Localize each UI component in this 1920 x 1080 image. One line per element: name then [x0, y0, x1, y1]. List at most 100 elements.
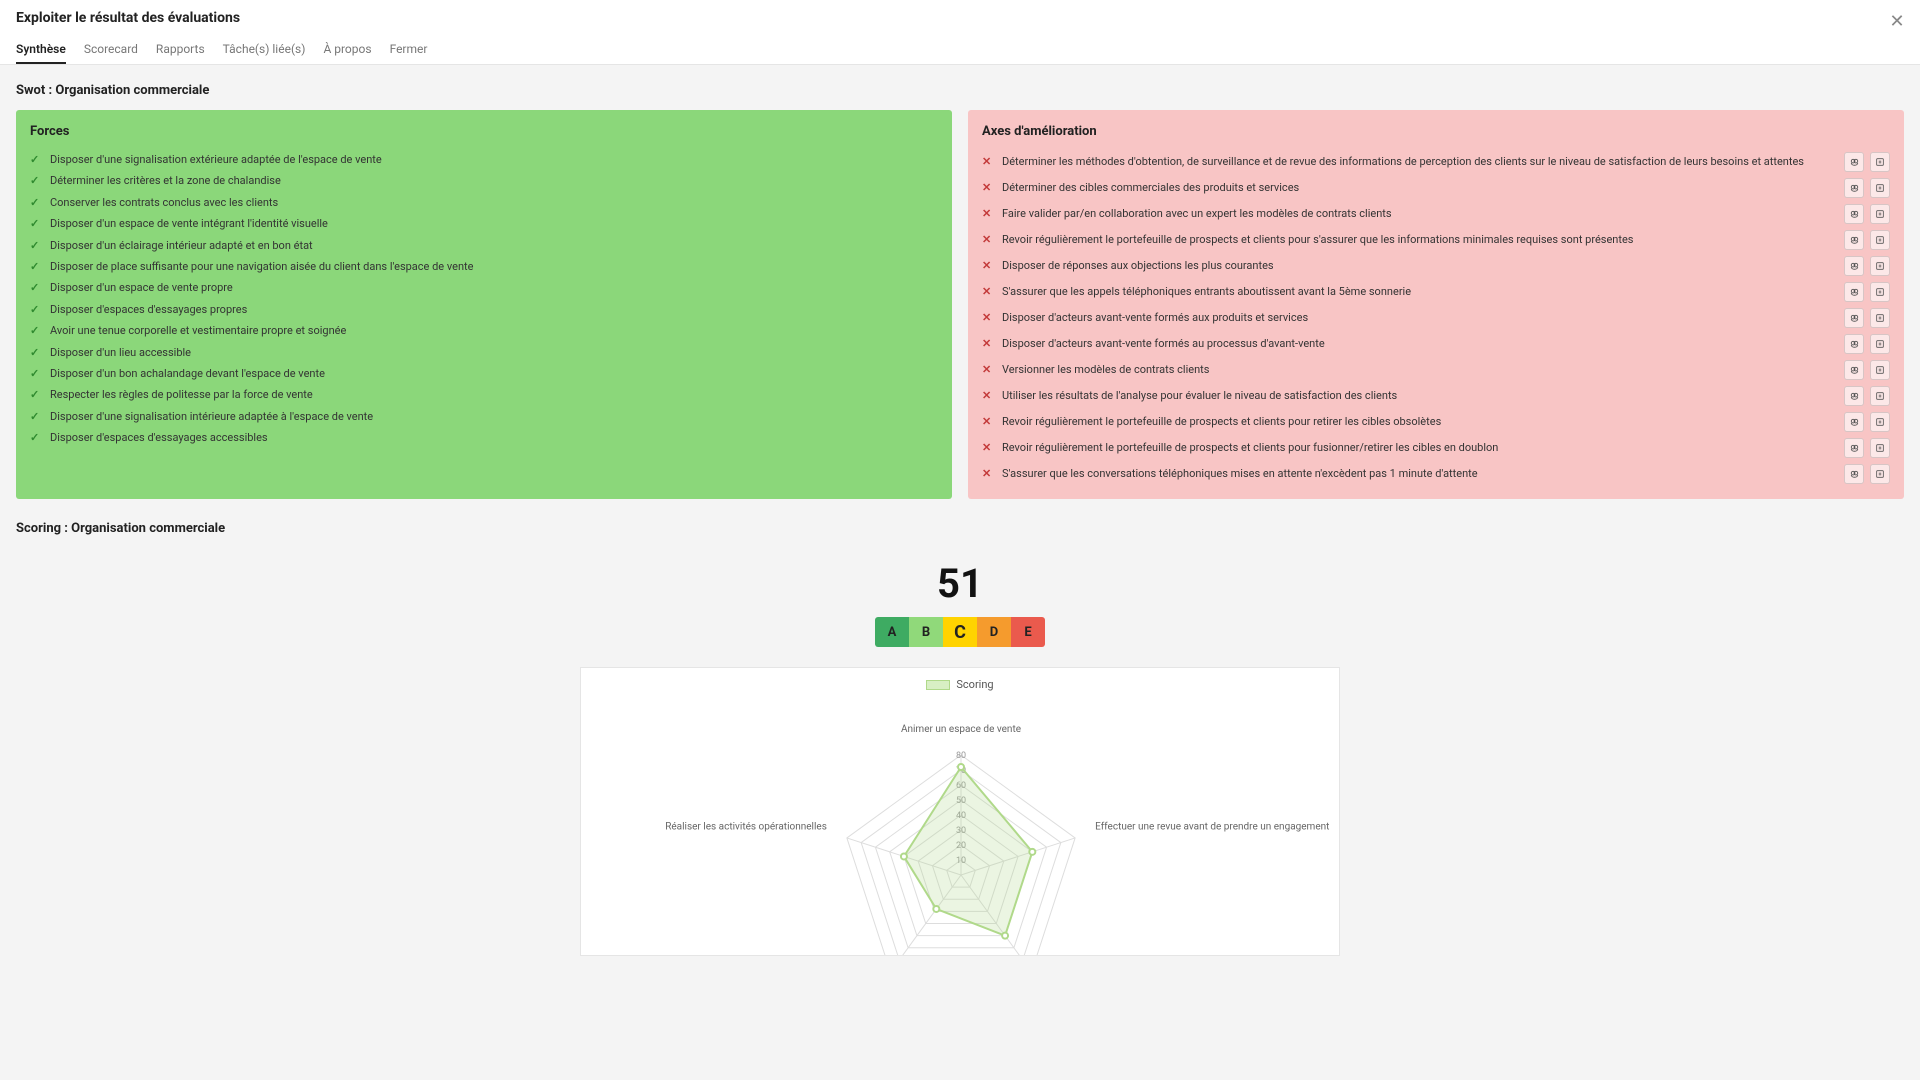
improvement-label: Versionner les modèles de contrats clien…	[1002, 362, 1836, 377]
tab-t-che-s-li-e-s-[interactable]: Tâche(s) liée(s)	[223, 36, 306, 64]
tab-fermer[interactable]: Fermer	[390, 36, 428, 64]
assign-button[interactable]	[1844, 256, 1864, 276]
improvement-item: ✕Revoir régulièrement le portefeuille de…	[982, 409, 1890, 435]
assign-button[interactable]	[1844, 412, 1864, 432]
improvement-label: Revoir régulièrement le portefeuille de …	[1002, 232, 1836, 247]
task-button[interactable]	[1870, 334, 1890, 354]
strength-label: Disposer d'espaces d'essayages accessibl…	[50, 430, 938, 445]
grade-b: B	[909, 617, 943, 647]
strengths-list: ✓Disposer d'une signalisation extérieure…	[30, 149, 938, 448]
strength-item: ✓Disposer d'un espace de vente propre	[30, 277, 938, 298]
note-icon	[1875, 469, 1885, 479]
brain-icon	[1849, 313, 1860, 324]
task-button[interactable]	[1870, 386, 1890, 406]
task-button[interactable]	[1870, 256, 1890, 276]
improvement-label: Disposer d'acteurs avant-vente formés au…	[1002, 310, 1836, 325]
close-button[interactable]: ✕	[1886, 10, 1908, 32]
strength-label: Conserver les contrats conclus avec les …	[50, 195, 938, 210]
task-button[interactable]	[1870, 178, 1890, 198]
assign-button[interactable]	[1844, 464, 1864, 484]
strength-item: ✓ Avoir une tenue corporelle et vestiment…	[30, 320, 938, 341]
improvement-label: Disposer d'acteurs avant-vente formés au…	[1002, 336, 1836, 351]
tab-rapports[interactable]: Rapports	[156, 36, 205, 64]
strength-item: ✓Déterminer les critères et la zone de c…	[30, 170, 938, 191]
task-button[interactable]	[1870, 464, 1890, 484]
task-button[interactable]	[1870, 204, 1890, 224]
strength-label: Respecter les règles de politesse par la…	[50, 387, 938, 402]
improvement-item: ✕ Disposer d'acteurs avant-vente formés a…	[982, 305, 1890, 331]
check-icon: ✓	[30, 152, 42, 167]
brain-icon	[1849, 261, 1860, 272]
improvements-panel: Axes d'amélioration ✕ Déterminer les méth…	[968, 110, 1904, 499]
cross-icon: ✕	[982, 180, 994, 195]
assign-button[interactable]	[1844, 282, 1864, 302]
strength-item: ✓Disposer d'une signalisation extérieure…	[30, 149, 938, 170]
cross-icon: ✕	[982, 258, 994, 273]
improvements-list: ✕ Déterminer les méthodes d'obtention, de…	[982, 149, 1890, 487]
assign-button[interactable]	[1844, 230, 1864, 250]
brain-icon	[1849, 391, 1860, 402]
improvement-label: Revoir régulièrement le portefeuille de …	[1002, 440, 1836, 455]
note-icon	[1875, 339, 1885, 349]
brain-icon	[1849, 417, 1860, 428]
tab-synth-se[interactable]: Synthèse	[16, 36, 66, 64]
tab-scorecard[interactable]: Scorecard	[84, 36, 138, 64]
task-button[interactable]	[1870, 152, 1890, 172]
brain-icon	[1849, 183, 1860, 194]
improvement-item: ✕Versionner les modèles de contrats clie…	[982, 357, 1890, 383]
note-icon	[1875, 313, 1885, 323]
strength-label: Avoir une tenue corporelle et vestimenta…	[50, 323, 938, 338]
improvements-heading: Axes d'amélioration	[982, 124, 1890, 139]
cross-icon: ✕	[982, 414, 994, 429]
note-icon	[1875, 287, 1885, 297]
task-button[interactable]	[1870, 412, 1890, 432]
strength-item: ✓Disposer de place suffisante pour une n…	[30, 256, 938, 277]
legend-label: Scoring	[956, 678, 993, 691]
assign-button[interactable]	[1844, 308, 1864, 328]
improvement-item: ✕Déterminer des cibles commerciales des …	[982, 175, 1890, 201]
strength-item: ✓Respecter les règles de politesse par l…	[30, 384, 938, 405]
cross-icon: ✕	[982, 310, 994, 325]
note-icon	[1875, 417, 1885, 427]
cross-icon: ✕	[982, 284, 994, 299]
strength-item: ✓Disposer d'un espace de vente intégrant…	[30, 213, 938, 234]
note-icon	[1875, 261, 1885, 271]
strength-label: Disposer d'un éclairage intérieur adapté…	[50, 238, 938, 253]
task-button[interactable]	[1870, 282, 1890, 302]
improvement-label: Déterminer les méthodes d'obtention, de …	[1002, 154, 1836, 169]
check-icon: ✓	[30, 345, 42, 360]
task-button[interactable]	[1870, 230, 1890, 250]
tab--propos[interactable]: À propos	[323, 36, 371, 64]
assign-button[interactable]	[1844, 152, 1864, 172]
strength-label: Disposer de place suffisante pour une na…	[50, 259, 938, 274]
note-icon	[1875, 209, 1885, 219]
check-icon: ✓	[30, 173, 42, 188]
task-button[interactable]	[1870, 438, 1890, 458]
grade-d: D	[977, 617, 1011, 647]
strength-item: ✓Disposer d'une signalisation intérieure…	[30, 406, 938, 427]
assign-button[interactable]	[1844, 334, 1864, 354]
assign-button[interactable]	[1844, 204, 1864, 224]
close-icon: ✕	[1889, 11, 1904, 32]
check-icon: ✓	[30, 323, 42, 338]
cross-icon: ✕	[982, 466, 994, 481]
brain-icon	[1849, 157, 1860, 168]
modal-title: Exploiter le résultat des évaluations	[16, 10, 1904, 26]
task-button[interactable]	[1870, 308, 1890, 328]
assign-button[interactable]	[1844, 360, 1864, 380]
cross-icon: ✕	[982, 336, 994, 351]
strength-label: Disposer d'une signalisation intérieure …	[50, 409, 938, 424]
assign-button[interactable]	[1844, 438, 1864, 458]
note-icon	[1875, 365, 1885, 375]
assign-button[interactable]	[1844, 178, 1864, 198]
strength-item: ✓Disposer d'un bon achalandage devant l'…	[30, 363, 938, 384]
task-button[interactable]	[1870, 360, 1890, 380]
improvement-item: ✕S'assurer que les appels téléphoniques …	[982, 279, 1890, 305]
check-icon: ✓	[30, 302, 42, 317]
svg-text:80: 80	[956, 751, 966, 761]
brain-icon	[1849, 235, 1860, 246]
cross-icon: ✕	[982, 440, 994, 455]
grade-e: E	[1011, 617, 1045, 647]
strength-label: Disposer d'espaces d'essayages propres	[50, 302, 938, 317]
assign-button[interactable]	[1844, 386, 1864, 406]
